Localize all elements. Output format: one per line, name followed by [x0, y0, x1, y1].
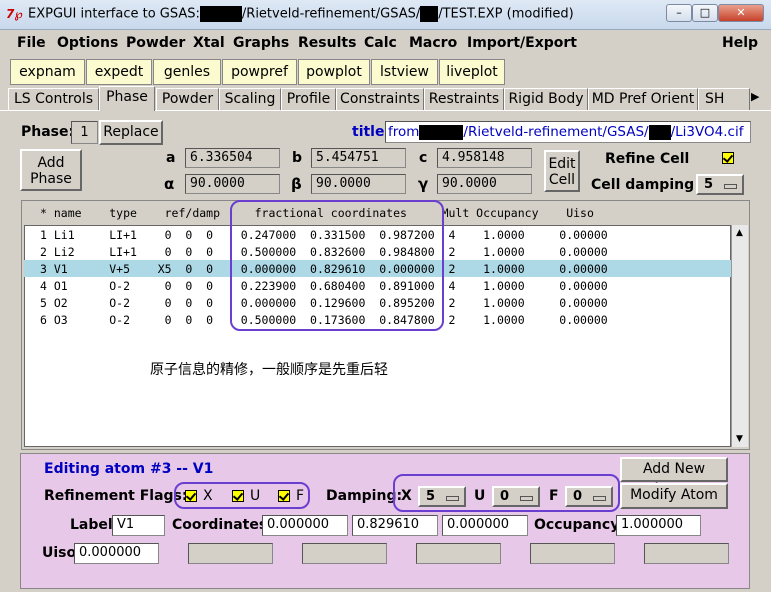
cell-damping-menu[interactable]: 5 [696, 174, 744, 195]
tab-profile[interactable]: Profile [281, 88, 336, 110]
window-title: EXPGUI interface to GSAS: /Rietveld-refin… [28, 6, 574, 22]
tab-restraints[interactable]: Restraints [424, 88, 504, 110]
genles-button[interactable]: genles [153, 59, 221, 85]
tab-constraints[interactable]: Constraints [336, 88, 424, 110]
empty-field [302, 543, 387, 564]
vertical-scrollbar[interactable] [731, 225, 748, 447]
menu-options[interactable]: Options [57, 35, 118, 51]
annotation-damping-outline [393, 474, 620, 512]
cell-beta-field[interactable]: 90.0000 [311, 174, 406, 194]
title-path: /Rietveld-refinement/GSAS/ [463, 124, 649, 140]
menu-help[interactable]: Help [722, 35, 758, 51]
add-phase-button[interactable]: Add Phase [20, 149, 82, 191]
menu-import-export[interactable]: Import/Export [467, 35, 577, 51]
menu-calc[interactable]: Calc [364, 35, 397, 51]
coord-y-field[interactable]: 0.829610 [352, 515, 438, 536]
title-field[interactable]: from/Rietveld-refinement/GSAS/ /Li3VO4.ci… [385, 121, 751, 143]
atom-label-field[interactable]: V1 [112, 515, 165, 536]
menu-xtal[interactable]: Xtal [193, 35, 225, 51]
editing-heading: Editing atom #3 -- V1 [44, 461, 214, 477]
liveplot-button[interactable]: liveplot [439, 59, 505, 85]
redacted-block [420, 6, 439, 22]
phase-number: 1 [71, 121, 98, 144]
cell-gamma-field[interactable]: 90.0000 [437, 174, 532, 194]
modify-atom-button[interactable]: Modify Atom [620, 483, 728, 509]
powpref-button[interactable]: powpref [222, 59, 297, 85]
cell-a-field[interactable]: 6.336504 [185, 148, 280, 168]
title-from: from [388, 124, 420, 140]
annotation-coordinates-outline [230, 200, 444, 331]
menu-file[interactable]: File [17, 35, 46, 51]
title-mid: /Rietveld-refinement/GSAS/ [241, 6, 421, 22]
maximize-button[interactable]: □ [692, 4, 718, 22]
tab-md-pref-orient[interactable]: MD Pref Orient [588, 88, 698, 110]
redacted-block [648, 124, 671, 140]
cell-alpha-label: α [164, 175, 175, 193]
scroll-up-icon[interactable]: ▲ [732, 226, 747, 240]
tab-phase[interactable]: Phase [99, 86, 155, 111]
empty-field [416, 543, 501, 564]
coord-z-field[interactable]: 0.000000 [442, 515, 528, 536]
uiso-field[interactable]: 0.000000 [74, 543, 159, 564]
cell-c-label: c [419, 150, 428, 166]
expnam-button[interactable]: expnam [10, 59, 85, 85]
close-button[interactable]: ✕ [718, 4, 764, 22]
menu-bar: File Options Powder Xtal Graphs Results … [0, 30, 771, 56]
uiso-label: Uiso [42, 545, 77, 561]
empty-field [644, 543, 729, 564]
minimize-button[interactable]: – [666, 4, 692, 22]
title-suffix: /TEST.EXP (modified) [438, 6, 574, 22]
menu-results[interactable]: Results [298, 35, 356, 51]
cell-beta-label: β [291, 175, 302, 193]
annotation-flags-outline [174, 482, 310, 509]
cell-c-field[interactable]: 4.958148 [437, 148, 532, 168]
cell-b-field[interactable]: 5.454751 [311, 148, 406, 168]
replace-button[interactable]: Replace [99, 120, 163, 145]
powplot-button[interactable]: powplot [298, 59, 370, 85]
cell-b-label: b [292, 150, 303, 166]
damping-label: Damping: [326, 488, 403, 504]
empty-field [530, 543, 615, 564]
annotation-text: 原子信息的精修，一般顺序是先重后轻 [150, 362, 388, 378]
refine-cell-checkbox[interactable] [722, 152, 734, 164]
lstview-button[interactable]: lstview [371, 59, 438, 85]
empty-field [188, 543, 273, 564]
expedt-button[interactable]: expedt [86, 59, 152, 85]
menu-graphs[interactable]: Graphs [233, 35, 289, 51]
tab-scaling[interactable]: Scaling [219, 88, 281, 110]
tab-ls-controls[interactable]: LS Controls [8, 88, 99, 110]
tab-sh-pref[interactable]: SH Pre [698, 88, 750, 110]
tab-powder[interactable]: Powder [156, 88, 219, 110]
atom-label-label: Label [70, 517, 113, 533]
occupancy-field[interactable]: 1.000000 [616, 515, 701, 536]
title-file: /Li3VO4.cif [670, 124, 744, 140]
add-new-atoms-button[interactable]: Add New Atoms [620, 457, 728, 497]
tab-rigid-body[interactable]: Rigid Body [504, 88, 588, 110]
refine-cell-label: Refine Cell [605, 151, 690, 167]
tab-scroll-right-icon[interactable]: ▶ [751, 88, 764, 106]
cell-damping-label: Cell damping [591, 177, 695, 193]
cell-alpha-field[interactable]: 90.0000 [185, 174, 280, 194]
scroll-down-icon[interactable]: ▼ [732, 432, 747, 446]
coord-x-field[interactable]: 0.000000 [262, 515, 348, 536]
redacted-block [199, 6, 242, 22]
occupancy-label: Occupancy [534, 517, 620, 533]
cell-a-label: a [166, 150, 176, 166]
title-prefix: EXPGUI interface to GSAS: [28, 6, 200, 22]
menu-macro[interactable]: Macro [409, 35, 457, 51]
redacted-block [419, 124, 464, 140]
window-title-bar: 7℘ EXPGUI interface to GSAS: /Rietveld-re… [0, 0, 771, 30]
edit-cell-button[interactable]: Edit Cell [544, 150, 580, 192]
phase-label: Phase: [21, 124, 75, 140]
menu-powder[interactable]: Powder [126, 35, 185, 51]
refinement-flags-label: Refinement Flags: [44, 488, 188, 504]
coordinates-label: Coordinates [172, 517, 268, 533]
app-icon: 7℘ [6, 7, 23, 21]
cell-gamma-label: γ [418, 175, 429, 193]
